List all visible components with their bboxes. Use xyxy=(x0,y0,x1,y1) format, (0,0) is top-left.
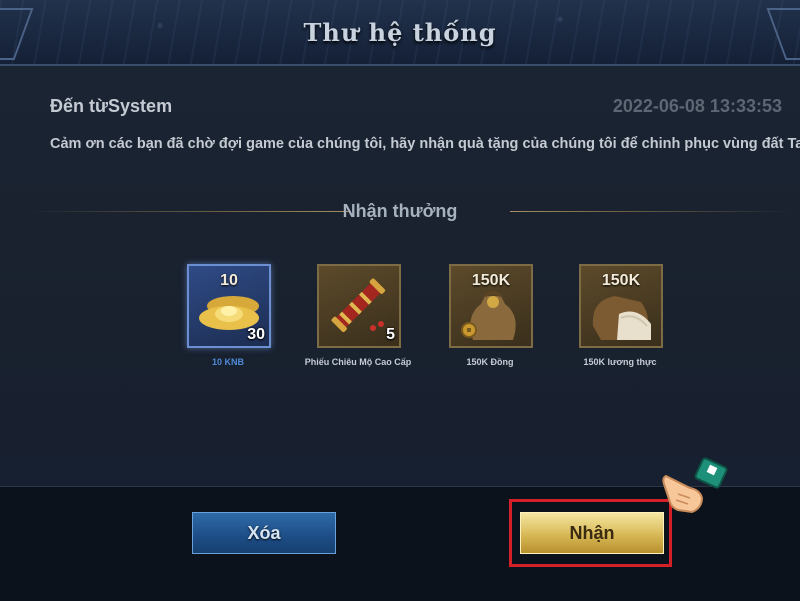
receive-button-highlight xyxy=(509,499,672,567)
dialog-title: Thư hệ thống xyxy=(303,18,497,47)
reward-item-label: 150K Đồng xyxy=(466,357,514,367)
mail-sender: Đến từSystem xyxy=(50,96,173,116)
pointing-hand-icon xyxy=(662,457,728,514)
reward-section-title: Nhận thưởng xyxy=(342,201,458,221)
reward-item-label: 10 KNB xyxy=(211,357,244,367)
reward-item-top-value: 10 xyxy=(220,272,238,289)
reward-item-top-value: 150K xyxy=(471,272,511,289)
reward-item-count: 30 xyxy=(247,326,265,343)
reward-item-food[interactable]: 150K xyxy=(579,264,663,348)
reward-item-knb[interactable]: 10 30 xyxy=(187,264,271,348)
mail-message: Cảm ơn các bạn đã chờ đợi game của chúng… xyxy=(50,136,800,152)
delete-button[interactable]: Xóa xyxy=(192,512,336,554)
reward-item-copper[interactable]: 150K xyxy=(449,264,533,348)
dialog-title-bar: Thư hệ thống xyxy=(0,0,800,66)
reward-item-label: 150K lương thực xyxy=(583,357,657,367)
reward-item-label: Phiếu Chiêu Mộ Cao Cấp xyxy=(304,357,412,367)
reward-item-recruit-scroll[interactable]: 5 xyxy=(317,264,401,348)
reward-item-top-value: 150K xyxy=(601,272,641,289)
reward-item-count: 5 xyxy=(386,326,395,343)
mail-timestamp: 2022-06-08 13:33:53 xyxy=(612,96,782,116)
